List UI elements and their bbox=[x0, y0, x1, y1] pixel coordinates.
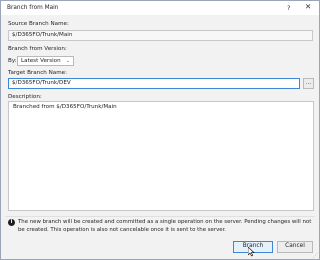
by-version-value: Latest Version bbox=[21, 58, 61, 64]
description-label: Description: bbox=[8, 94, 42, 100]
info-message: The new branch will be created and commi… bbox=[18, 219, 312, 233]
description-textarea[interactable]: Branched from $/D365FO/Trunk/Main bbox=[8, 101, 314, 211]
source-branch-field: $/D365FO/Trunk/Main bbox=[8, 30, 313, 41]
window-title: Branch from Main bbox=[7, 5, 59, 11]
info-icon: i bbox=[8, 219, 15, 226]
by-version-select[interactable]: Latest Version ⌄ bbox=[17, 56, 74, 66]
close-icon[interactable]: ✕ bbox=[305, 3, 311, 11]
by-label: By: bbox=[8, 58, 17, 64]
target-branch-label: Target Branch Name: bbox=[8, 70, 67, 76]
branch-from-version-label: Branch from Version: bbox=[8, 46, 67, 52]
cancel-button[interactable]: Cancel bbox=[277, 241, 313, 253]
chevron-down-icon: ⌄ bbox=[65, 58, 70, 64]
resize-grip-icon[interactable]: ⋰ bbox=[313, 253, 318, 259]
branch-dialog: Branch from Main ? ✕ Source Branch Name:… bbox=[0, 0, 320, 260]
source-branch-label: Source Branch Name: bbox=[8, 21, 69, 27]
target-branch-input[interactable]: $/D365FO/Trunk/DEV bbox=[8, 78, 300, 89]
mouse-cursor-icon bbox=[248, 247, 255, 257]
browse-button[interactable]: ... bbox=[303, 78, 314, 89]
help-icon[interactable]: ? bbox=[287, 4, 290, 12]
